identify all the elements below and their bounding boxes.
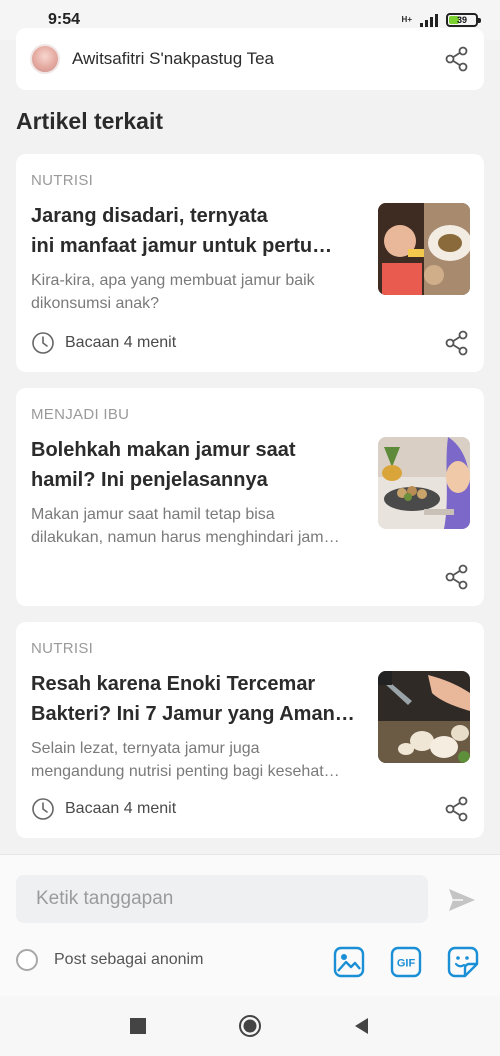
article-card[interactable]: NUTRISI Jarang disadari, ternyata ini ma…	[16, 154, 484, 372]
article-title-line[interactable]: Bakteri? Ini 7 Jamur yang Aman…	[31, 699, 371, 729]
section-title: Artikel terkait	[16, 108, 164, 134]
child-eating-mushroom-photo[interactable]	[378, 203, 470, 295]
anonymous-option[interactable]: Post sebagai anonim	[16, 949, 203, 971]
read-time: Bacaan 4 menit	[31, 797, 176, 821]
send-icon[interactable]	[444, 885, 480, 915]
article-card[interactable]: MENJADI IBU Bolehkah makan jamur saat ha…	[16, 388, 484, 606]
cutting-mushrooms-photo[interactable]	[378, 671, 470, 763]
article-category: MENJADI IBU	[31, 406, 130, 423]
sticker-icon[interactable]	[446, 945, 480, 979]
clock-icon	[32, 332, 54, 354]
read-time: Bacaan 4 menit	[31, 331, 176, 355]
read-time-label: Bacaan 4 menit	[65, 800, 177, 817]
battery-level: 39	[456, 15, 467, 25]
article-description-line: Makan jamur saat hamil tetap bisa	[31, 506, 275, 523]
battery-icon: 39	[446, 13, 481, 27]
article-title-line[interactable]: Jarang disadari, ternyata	[31, 201, 371, 231]
gif-label: GIF	[397, 958, 416, 970]
status-icons: H+ 39	[401, 13, 481, 27]
article-description-line: dikonsumsi anak?	[31, 295, 160, 312]
clock-icon	[32, 798, 54, 820]
image-icon[interactable]	[332, 945, 366, 979]
author-card[interactable]: Awitsafitri S'nakpastug Tea	[16, 28, 484, 90]
article-category: NUTRISI	[31, 172, 94, 189]
comment-input[interactable]	[16, 875, 428, 923]
share-icon[interactable]	[444, 330, 470, 356]
article-category: NUTRISI	[31, 640, 94, 657]
system-nav-bar	[0, 996, 500, 1056]
avatar	[30, 44, 60, 74]
article-description: Makan jamur saat hamil tetap bisa dilaku…	[31, 503, 371, 549]
article-title-line[interactable]: Resah karena Enoki Tercemar	[31, 669, 371, 699]
article-description-line: dilakukan, namun harus menghindari jam…	[31, 529, 340, 546]
share-icon[interactable]	[444, 46, 470, 72]
share-icon[interactable]	[444, 564, 470, 590]
author-name: Awitsafitri S'nakpastug Tea	[72, 49, 275, 68]
article-title-line[interactable]: hamil? Ini penjelasannya	[31, 465, 371, 495]
article-description: Selain lezat, ternyata jamur juga mengan…	[31, 737, 371, 783]
gif-icon[interactable]: GIF	[389, 945, 423, 979]
signal-icon	[420, 13, 438, 27]
read-time-label: Bacaan 4 menit	[65, 334, 177, 351]
comment-panel: Post sebagai anonim GIF	[0, 854, 500, 996]
anonymous-label: Post sebagai anonim	[54, 951, 204, 968]
pregnant-woman-mushroom-dish-photo[interactable]	[378, 437, 470, 529]
article-title-line[interactable]: Bolehkah makan jamur saat	[31, 435, 371, 465]
share-icon[interactable]	[444, 796, 470, 822]
recent-apps-icon[interactable]	[126, 1014, 150, 1038]
article-card[interactable]: NUTRISI Resah karena Enoki Tercemar Bakt…	[16, 622, 484, 838]
anonymous-radio[interactable]	[16, 949, 38, 971]
article-description: Kira-kira, apa yang membuat jamur baik d…	[31, 269, 371, 315]
article-description-line: mengandung nutrisi penting bagi kesehat…	[31, 763, 340, 780]
article-description-line: Kira-kira, apa yang membuat jamur baik	[31, 272, 315, 289]
home-icon[interactable]	[238, 1014, 262, 1038]
network-type-label: H+	[401, 15, 412, 24]
article-description-line: Selain lezat, ternyata jamur juga	[31, 740, 260, 757]
status-time: 9:54	[48, 11, 81, 28]
back-icon[interactable]	[350, 1014, 374, 1038]
article-title-line[interactable]: ini manfaat jamur untuk pertu…	[31, 231, 371, 261]
